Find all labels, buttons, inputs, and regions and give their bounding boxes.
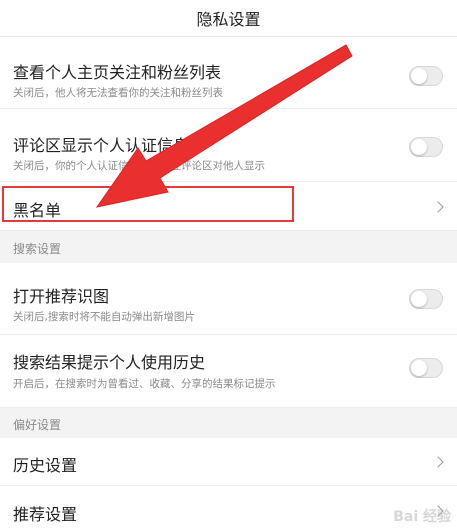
comment-verification-toggle[interactable]	[409, 137, 443, 157]
toggle-knob	[411, 291, 427, 307]
row-recommend-settings-label: 推荐设置	[13, 505, 78, 524]
row-history-settings[interactable]: 历史设置	[0, 438, 457, 486]
row-search-history-hint-label: 搜索结果提示个人使用历史	[13, 353, 206, 372]
section-search-title: 搜索设置	[13, 242, 62, 256]
header: 隐私设置	[0, 0, 457, 37]
follow-list-toggle[interactable]	[409, 66, 443, 86]
page-title: 隐私设置	[196, 10, 261, 29]
chevron-right-icon	[432, 456, 444, 468]
toggle-knob	[411, 139, 427, 155]
row-comment-verification-label: 评论区显示个人认证信息	[13, 136, 190, 155]
section-search-header: 搜索设置	[0, 231, 457, 263]
toggle-knob	[411, 68, 427, 84]
search-history-hint-toggle[interactable]	[409, 358, 443, 378]
section-preference-title: 偏好设置	[13, 418, 62, 432]
recommend-image-toggle[interactable]	[409, 289, 443, 309]
chevron-right-icon	[432, 201, 444, 213]
row-follow-list[interactable]: 查看个人主页关注和粉丝列表 关闭后，他人将无法查看你的关注和粉丝列表	[0, 37, 457, 109]
row-follow-list-desc: 关闭后，他人将无法查看你的关注和粉丝列表	[13, 87, 223, 99]
watermark: Bai 经验	[393, 509, 451, 525]
row-comment-verification[interactable]: 评论区显示个人认证信息 关闭后，你的个人认证信息将不会在评论区对他人显示	[0, 110, 457, 182]
row-comment-verification-desc: 关闭后，你的个人认证信息将不会在评论区对他人显示	[13, 160, 265, 172]
row-search-history-hint[interactable]: 搜索结果提示个人使用历史 开启后，在搜索时为曾看过、收藏、分享的结果标记提示	[0, 336, 457, 408]
row-recommend-image[interactable]: 打开推荐识图 关闭后,搜索时将不能自动弹出新增图片	[0, 263, 457, 335]
row-history-settings-label: 历史设置	[13, 456, 78, 475]
row-recommend-image-desc: 关闭后,搜索时将不能自动弹出新增图片	[13, 311, 195, 323]
section-preference-header: 偏好设置	[0, 408, 457, 438]
row-recommend-settings[interactable]: 推荐设置	[0, 487, 457, 532]
row-follow-list-label: 查看个人主页关注和粉丝列表	[13, 63, 222, 82]
toggle-knob	[411, 360, 427, 376]
row-blacklist[interactable]: 黑名单	[0, 183, 457, 231]
row-search-history-hint-desc: 开启后，在搜索时为曾看过、收藏、分享的结果标记提示	[13, 378, 276, 390]
row-blacklist-label: 黑名单	[13, 201, 62, 220]
row-recommend-image-label: 打开推荐识图	[13, 287, 110, 306]
